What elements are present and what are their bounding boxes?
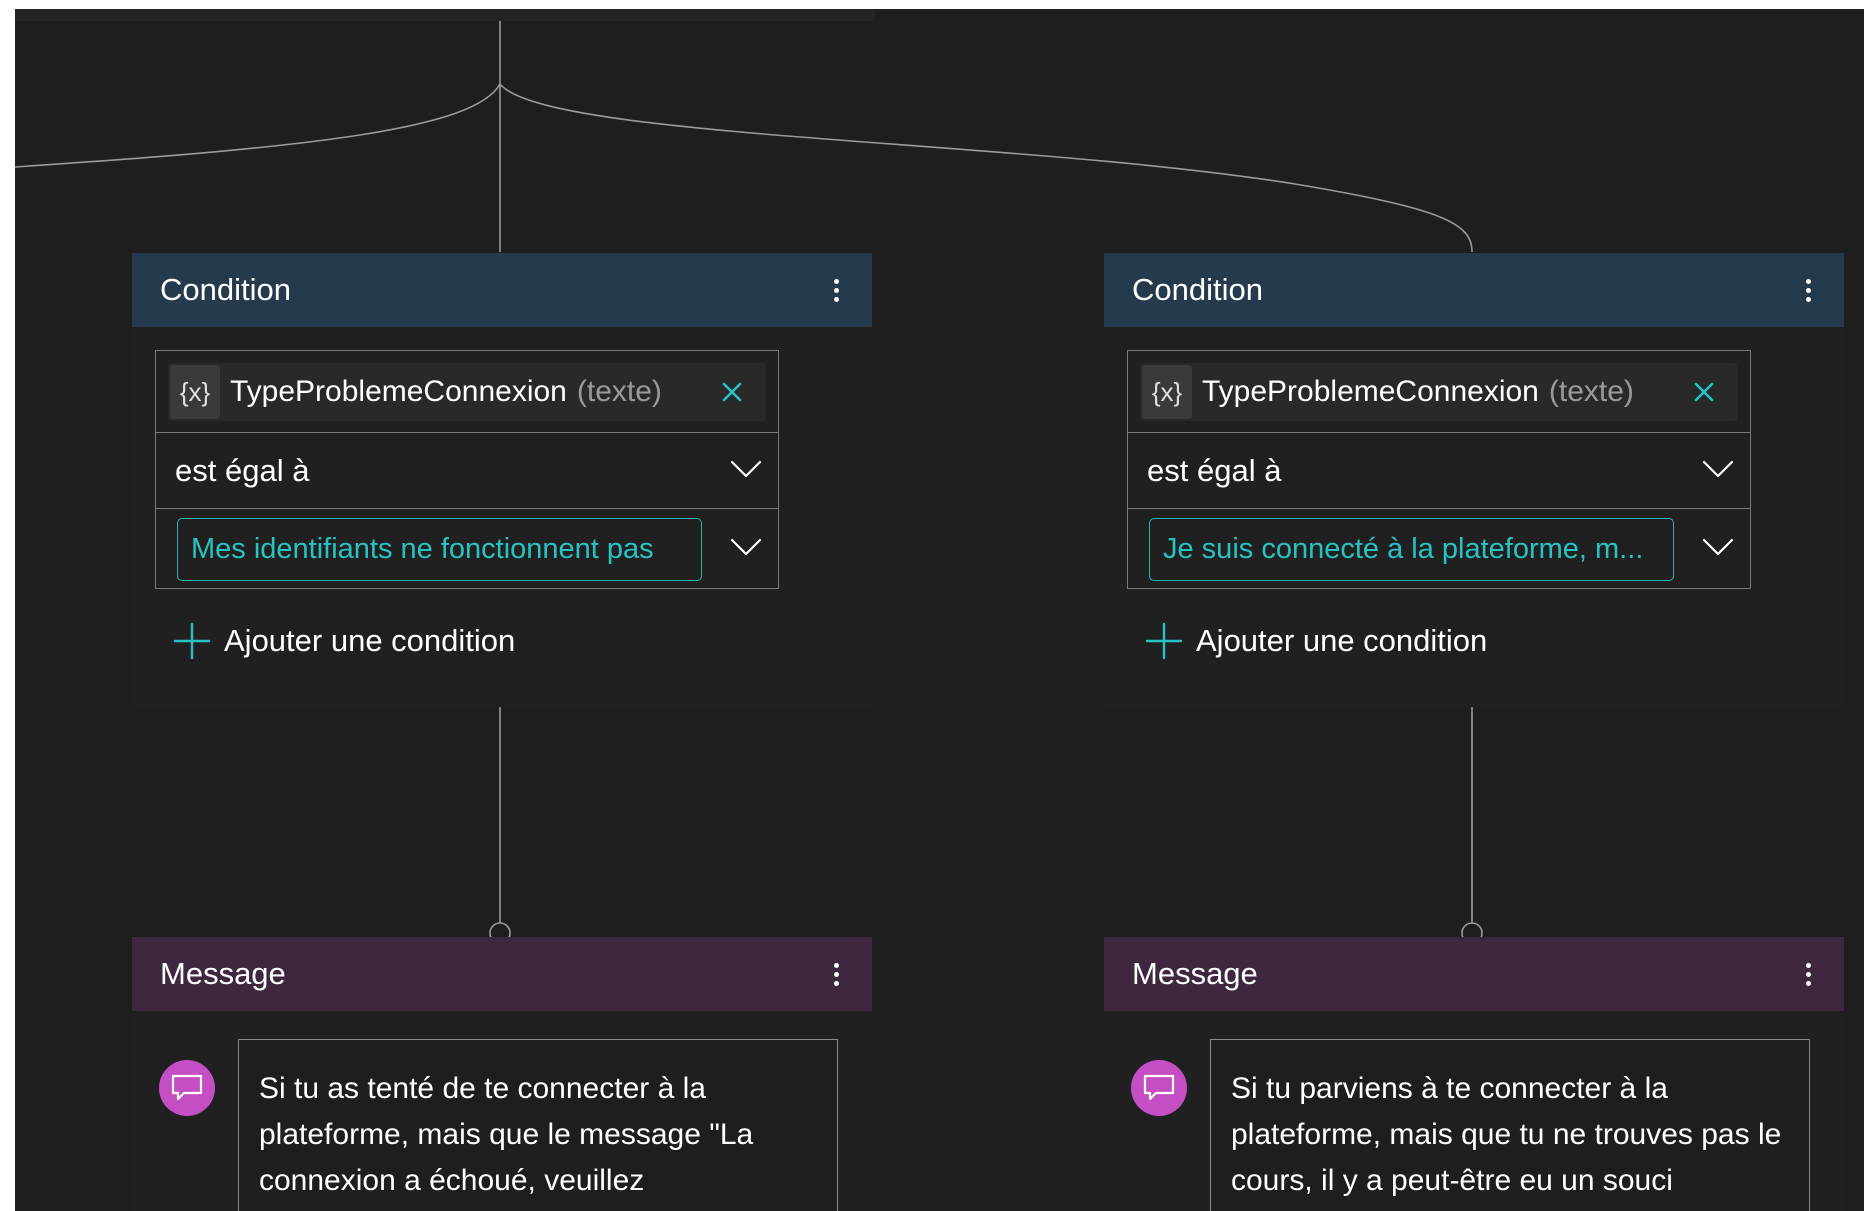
more-vertical-icon[interactable] (822, 270, 850, 310)
add-condition-label: Ajouter une condition (1196, 623, 1488, 658)
variable-type: (texte) (576, 375, 662, 408)
message-node-2[interactable]: Message Si tu parviens à te connecter à … (1104, 937, 1844, 1211)
chat-bubble-icon (159, 1060, 215, 1116)
message-header: Message (132, 937, 872, 1011)
chat-bubble-icon (1131, 1060, 1187, 1116)
add-condition-button[interactable]: Ajouter une condition (172, 621, 515, 661)
chevron-down-icon[interactable] (728, 535, 764, 559)
value-row: Je suis connecté à la plateforme, m... (1128, 509, 1750, 587)
condition-node-1[interactable]: Condition {x} TypeProblemeConnexion (tex… (132, 253, 872, 706)
more-vertical-icon[interactable] (1794, 954, 1822, 994)
condition-title: Condition (160, 272, 291, 307)
variable-icon: {x} (170, 365, 220, 419)
condition-expression: {x} TypeProblemeConnexion (texte) est ég… (1127, 350, 1751, 589)
more-vertical-icon[interactable] (1794, 270, 1822, 310)
variable-type: (texte) (1548, 375, 1634, 408)
variable-pill[interactable]: {x} TypeProblemeConnexion (texte) (168, 363, 766, 421)
chevron-down-icon[interactable] (1700, 535, 1736, 559)
close-icon[interactable] (1682, 369, 1726, 415)
variable-icon: {x} (1142, 365, 1192, 419)
variable-row: {x} TypeProblemeConnexion (texte) (156, 351, 778, 433)
add-condition-button[interactable]: Ajouter une condition (1144, 621, 1487, 661)
variable-pill[interactable]: {x} TypeProblemeConnexion (texte) (1140, 363, 1738, 421)
close-icon[interactable] (710, 369, 754, 415)
operator-label: est égal à (1147, 453, 1282, 488)
value-input[interactable]: Mes identifiants ne fonctionnent pas (177, 518, 702, 581)
message-header: Message (1104, 937, 1844, 1011)
message-text-editor[interactable]: Si tu as tenté de te connecter à la plat… (238, 1039, 838, 1211)
variable-name: TypeProblemeConnexion (1202, 375, 1539, 408)
plus-icon (1145, 622, 1183, 660)
operator-dropdown[interactable]: est égal à (1128, 433, 1750, 509)
connector-branch-left (15, 83, 501, 168)
message-title: Message (1132, 956, 1258, 991)
condition-header: Condition (132, 253, 872, 327)
connector-branch-condition-2 (499, 83, 1473, 253)
variable-name: TypeProblemeConnexion (230, 375, 567, 408)
operator-label: est égal à (175, 453, 310, 488)
variable-row: {x} TypeProblemeConnexion (texte) (1128, 351, 1750, 433)
value-row: Mes identifiants ne fonctionnent pas (156, 509, 778, 587)
operator-dropdown[interactable]: est égal à (156, 433, 778, 509)
condition-node-2[interactable]: Condition {x} TypeProblemeConnexion (tex… (1104, 253, 1844, 706)
condition-expression: {x} TypeProblemeConnexion (texte) est ég… (155, 350, 779, 589)
message-text-editor[interactable]: Si tu parviens à te connecter à la plate… (1210, 1039, 1810, 1211)
add-condition-label: Ajouter une condition (224, 623, 516, 658)
condition-header: Condition (1104, 253, 1844, 327)
more-vertical-icon[interactable] (822, 954, 850, 994)
authoring-canvas[interactable]: Condition {x} TypeProblemeConnexion (tex… (15, 9, 1864, 1211)
value-input[interactable]: Je suis connecté à la plateforme, m... (1149, 518, 1674, 581)
message-title: Message (160, 956, 286, 991)
chevron-down-icon[interactable] (728, 457, 764, 481)
plus-icon (173, 622, 211, 660)
chevron-down-icon[interactable] (1700, 457, 1736, 481)
condition-title: Condition (1132, 272, 1263, 307)
message-node-1[interactable]: Message Si tu as tenté de te connecter à… (132, 937, 872, 1211)
